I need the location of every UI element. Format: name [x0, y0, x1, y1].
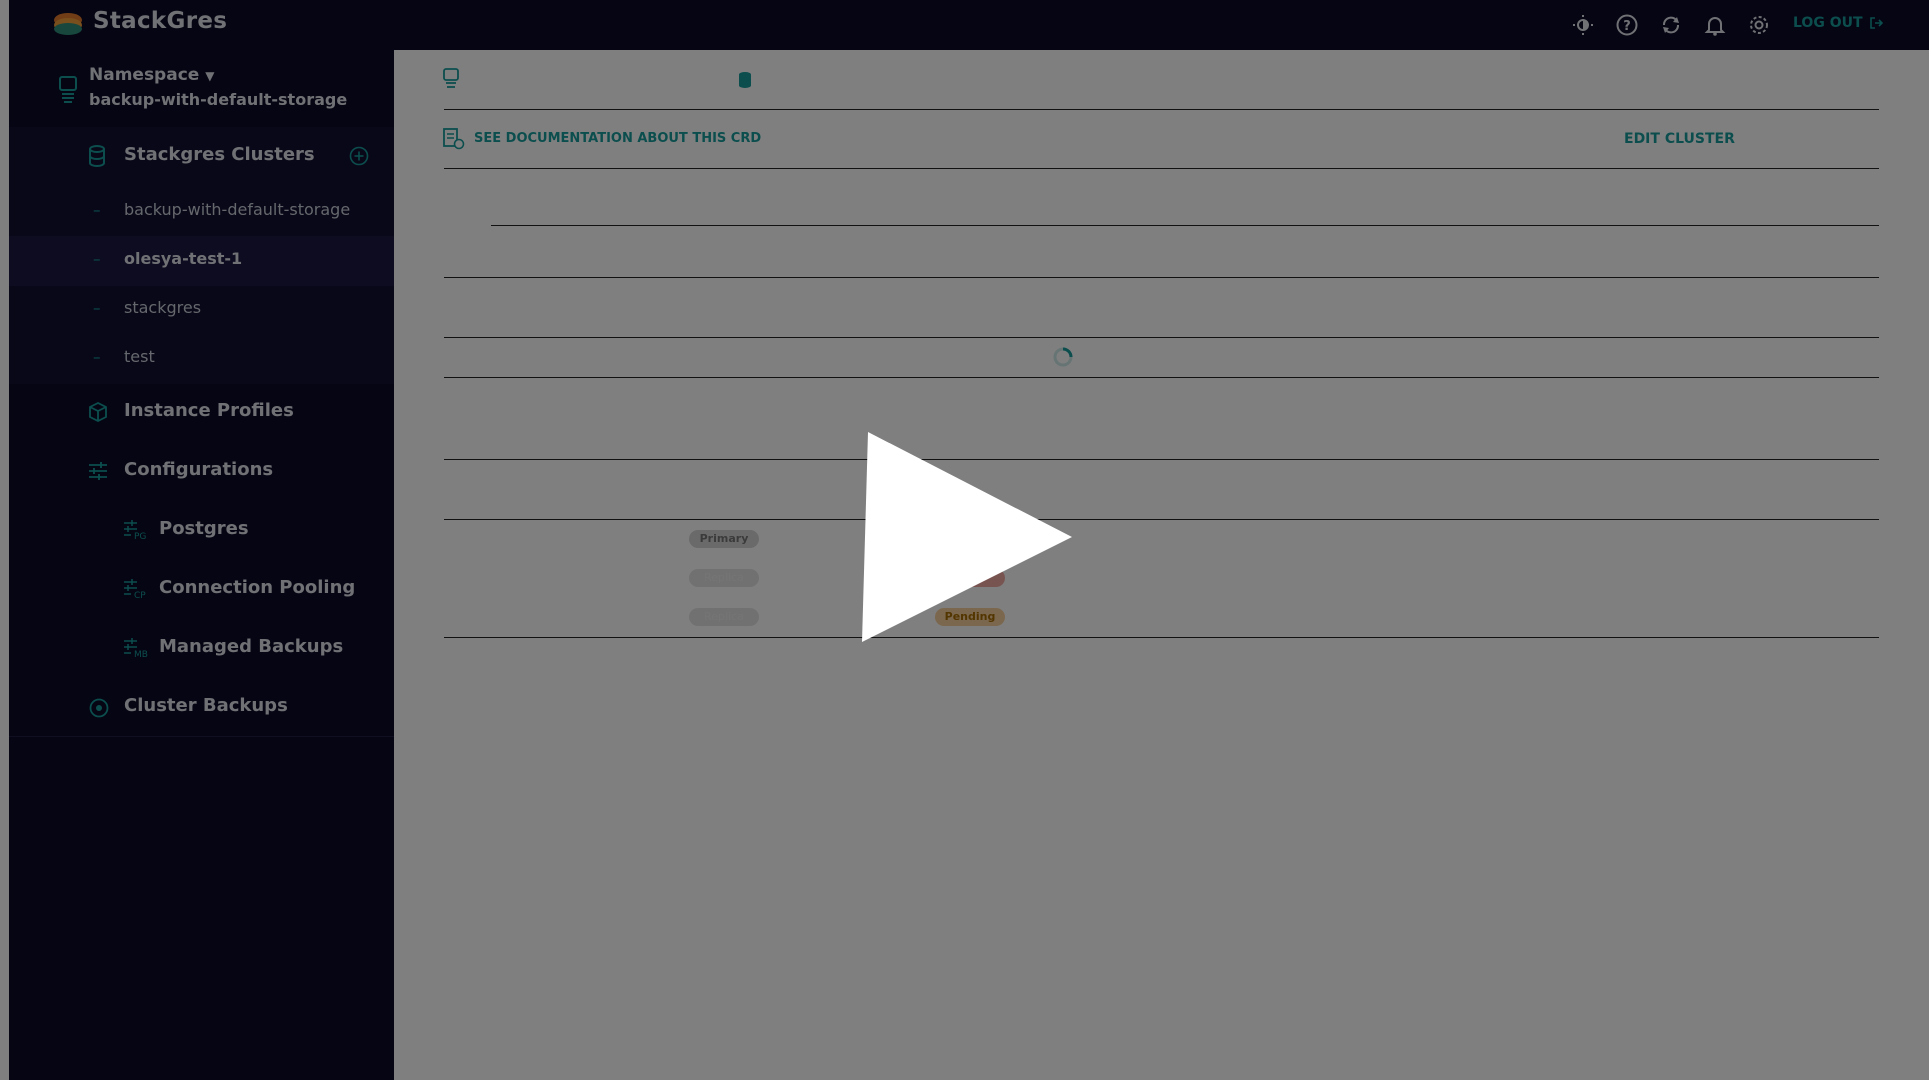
play-icon[interactable]	[862, 432, 1074, 642]
